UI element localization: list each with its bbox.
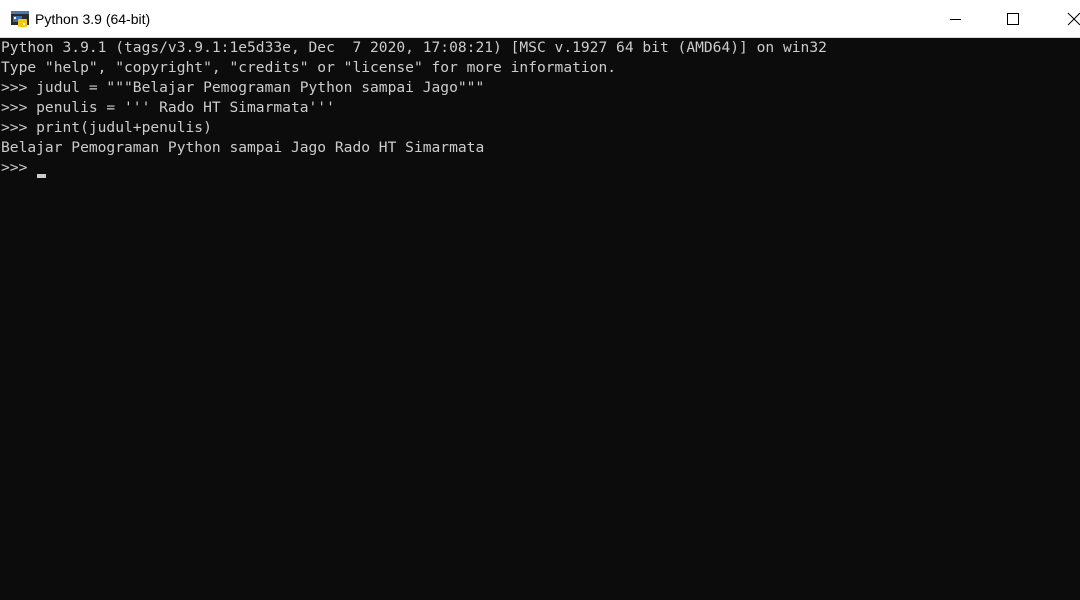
text-cursor	[37, 174, 46, 178]
maximize-button[interactable]	[984, 0, 1042, 38]
python-icon[interactable]	[10, 9, 30, 29]
maximize-icon	[1007, 13, 1019, 25]
title-bar[interactable]: Python 3.9 (64-bit)	[0, 0, 1080, 38]
input-line: >>> judul = """Belajar Pemograman Python…	[1, 79, 485, 96]
close-icon	[1062, 12, 1080, 26]
prompt-line[interactable]: >>>	[1, 158, 36, 178]
console-output[interactable]: Python 3.9.1 (tags/v3.9.1:1e5d33e, Dec 7…	[0, 38, 1080, 600]
input-line: >>> penulis = ''' Rado HT Simarmata'''	[1, 99, 335, 116]
close-button[interactable]	[1042, 0, 1080, 38]
banner-version-line: Python 3.9.1 (tags/v3.9.1:1e5d33e, Dec 7…	[1, 39, 827, 56]
minimize-button[interactable]	[926, 0, 984, 38]
window-title: Python 3.9 (64-bit)	[35, 11, 151, 27]
banner-help-line: Type "help", "copyright", "credits" or "…	[1, 59, 617, 76]
minimize-icon	[949, 13, 961, 25]
python-console-window: Python 3.9 (64-bit) Python 3.9.1 (tags/v…	[0, 0, 1080, 600]
input-line: >>> print(judul+penulis)	[1, 119, 212, 136]
output-line: Belajar Pemograman Python sampai Jago Ra…	[1, 139, 485, 156]
